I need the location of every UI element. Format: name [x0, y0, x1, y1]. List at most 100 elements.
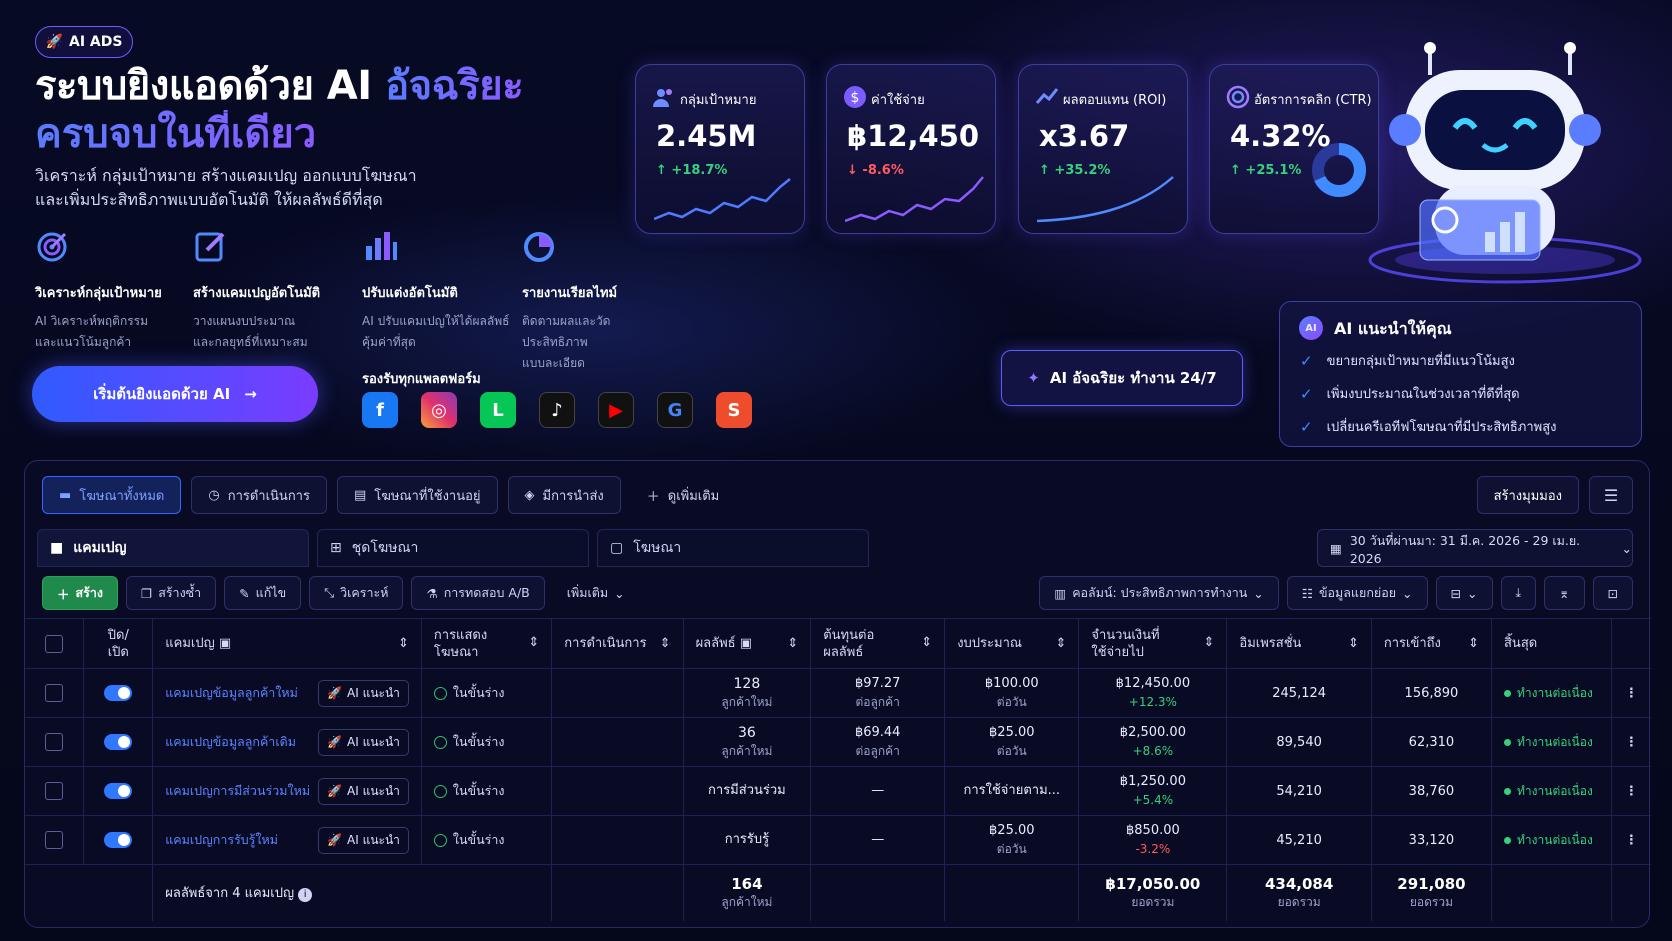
ai-247-button[interactable]: ✦ AI อัจฉริยะ ทำงาน 24/7: [1001, 350, 1243, 406]
info-icon: i: [298, 888, 313, 903]
recommend-title: AI แนะนำให้คุณ: [1334, 319, 1452, 338]
row-menu-icon[interactable]: ⋮: [1611, 766, 1651, 816]
metric-delta: ↑ +25.1%: [1230, 163, 1302, 178]
edit-button[interactable]: ✎ แก้ไข: [224, 576, 302, 610]
more-dropdown[interactable]: เพิ่มเติม ⌄: [553, 576, 639, 610]
tab-delivering[interactable]: ◈ มีการนำส่ง: [507, 476, 621, 514]
col-actions[interactable]: การดำเนินการ ⇕: [551, 618, 684, 669]
sort-icon: ⇕: [1055, 636, 1067, 651]
col-results[interactable]: ผลลัพธ์ ▣ ⇕: [683, 618, 812, 669]
info-icon: ▣: [218, 636, 232, 651]
delivery-status: ในขั้นร่าง: [433, 683, 539, 703]
export-button[interactable]: ⤓: [1500, 576, 1537, 610]
copy-icon: ❐: [140, 585, 153, 601]
breakdown-dropdown[interactable]: ☷ ข้อมูลแยกย่อย ⌄: [1286, 576, 1428, 610]
ab-test-button[interactable]: ⚗ การทดสอบ A/B: [411, 576, 545, 610]
row-menu-icon[interactable]: ⋮: [1611, 668, 1651, 718]
tab-campaigns[interactable]: ■ แคมเปญ: [37, 529, 309, 567]
date-range-picker[interactable]: ▦ 30 วันที่ผ่านมา: 31 มี.ค. 2026 - 29 เม…: [1317, 529, 1633, 567]
campaign-name-link[interactable]: แคมเปญข้อมูลลูกค้าใหม่: [165, 683, 298, 703]
line-icon[interactable]: L: [480, 392, 516, 428]
ai-247-label: AI อัจฉริยะ ทำงาน 24/7: [1049, 369, 1217, 387]
col-delivery[interactable]: การแสดง โฆษณา ⇕: [421, 618, 553, 669]
campaign-toggle[interactable]: [104, 734, 133, 750]
analyze-button[interactable]: ⤡ วิเคราะห์: [309, 576, 404, 610]
start-ai-button[interactable]: เริ่มต้นยิงแอดด้วย AI →: [32, 366, 318, 422]
campaign-toggle[interactable]: [104, 832, 133, 848]
table-row[interactable]: แคมเปญการมีส่วนร่วมใหม่ 🚀 AI แนะนำ ในขั้นร…: [25, 766, 1651, 816]
check-icon: ✓: [1300, 417, 1313, 436]
tab-see-more[interactable]: ＋ดูเพิ่มเติม: [631, 476, 736, 514]
table-row[interactable]: แคมเปญการรับรู้ใหม่ 🚀 AI แนะนำ ในขั้นร่าง …: [25, 815, 1651, 865]
create-view-button[interactable]: สร้างมุมมอง: [1476, 476, 1579, 514]
col-end[interactable]: สิ้นสุด: [1491, 618, 1612, 669]
row-checkbox[interactable]: [45, 831, 64, 849]
select-all-header[interactable]: [25, 618, 85, 669]
metric-card-audience: กลุ่มเป้าหมาย 2.45M ↑ +18.7%: [635, 64, 805, 234]
campaign-name-link[interactable]: แคมเปญการมีส่วนร่วมใหม่: [165, 781, 310, 801]
status-circle-icon: [433, 784, 447, 798]
tab-active-ads[interactable]: ▤ โฆษณาที่ใช้งานอยู่: [336, 476, 498, 514]
folder-icon: ▬: [59, 487, 72, 503]
feature-title: วิเคราะห์กลุ่มเป้าหมาย: [35, 286, 162, 301]
col-menu: [1611, 618, 1651, 669]
tab-all-ads[interactable]: ▬ โฆษณาทั้งหมด: [42, 476, 182, 514]
folder-icon: ■: [50, 540, 64, 556]
tab-ads[interactable]: ▢ โฆษณา: [597, 529, 869, 567]
campaign-name-link[interactable]: แคมเปญการรับรู้ใหม่: [165, 830, 278, 850]
settings-sliders-icon[interactable]: ☰: [1589, 476, 1633, 514]
tab-actions[interactable]: ◷ การดำเนินการ: [191, 476, 327, 514]
ai-recommend-badge[interactable]: 🚀 AI แนะนำ: [318, 826, 409, 854]
row-menu-icon[interactable]: ⋮: [1611, 717, 1651, 767]
actions-cell: [551, 717, 684, 767]
youtube-icon[interactable]: ▶: [598, 392, 634, 428]
columns-icon: ▥: [1054, 585, 1067, 601]
footer-label: ผลลัพธ์จาก 4 แคมเปญ i: [152, 864, 553, 921]
metric-card-roi: ผลตอบแทน (ROI) x3.67 ↑ +35.2%: [1018, 64, 1188, 234]
facebook-icon[interactable]: f: [362, 392, 398, 428]
sparkle-icon: ✦: [1027, 369, 1040, 387]
row-checkbox[interactable]: [45, 733, 64, 751]
duplicate-button[interactable]: ❐ สร้างซ้ำ: [125, 576, 217, 610]
col-cost-per-result[interactable]: ต้นทุนต่อ ผลลัพธ์ ⇕: [810, 618, 946, 669]
campaign-toggle[interactable]: [104, 685, 133, 701]
campaign-name-link[interactable]: แคมเปญข้อมูลลูกค้าเดิม: [165, 732, 296, 752]
col-reach[interactable]: การเข้าถึง ⇕: [1371, 618, 1493, 669]
columns-dropdown[interactable]: ▥ คอลัมน์: ประสิทธิภาพการทำงาน ⌄: [1039, 576, 1279, 610]
table-row[interactable]: แคมเปญข้อมูลลูกค้าใหม่ 🚀 AI แนะนำ ในขั้นร่…: [25, 668, 1651, 718]
instagram-icon[interactable]: ◎: [421, 392, 457, 428]
layout-dropdown[interactable]: ⊟ ⌄: [1435, 576, 1493, 610]
view-tabs: ▬ โฆษณาทั้งหมด ◷ การดำเนินการ ▤ โฆษณาที่ใช้…: [42, 476, 735, 514]
create-button[interactable]: ＋สร้าง: [42, 576, 118, 610]
col-budget[interactable]: งบประมาณ ⇕: [944, 618, 1080, 669]
google-icon[interactable]: G: [657, 392, 693, 428]
row-checkbox[interactable]: [45, 684, 64, 702]
row-menu-icon[interactable]: ⋮: [1611, 815, 1651, 865]
pencil-icon: ✎: [239, 585, 250, 601]
ads-manager-panel: ▬ โฆษณาทั้งหมด ◷ การดำเนินการ ▤ โฆษณาที่ใช้…: [24, 460, 1651, 928]
check-icon: ✓: [1300, 351, 1313, 370]
end-status: ทำงานต่อเนื่อง: [1504, 782, 1599, 801]
table-row[interactable]: แคมเปญข้อมูลลูกค้าเดิม 🚀 AI แนะนำ ในขั้นร่…: [25, 717, 1651, 767]
end-status: ทำงานต่อเนื่อง: [1504, 733, 1599, 752]
expand-button[interactable]: ⊡: [1592, 576, 1633, 610]
row-checkbox[interactable]: [45, 782, 64, 800]
filter-button[interactable]: ⌆: [1544, 576, 1585, 610]
col-campaign[interactable]: แคมเปญ ▣ ⇕: [152, 618, 422, 669]
shopee-icon[interactable]: S: [716, 392, 752, 428]
ai-recommend-badge[interactable]: 🚀 AI แนะนำ: [318, 777, 409, 805]
ai-recommend-badge[interactable]: 🚀 AI แนะนำ: [318, 679, 409, 707]
campaign-toggle[interactable]: [104, 783, 133, 799]
select-all-checkbox[interactable]: [45, 634, 64, 653]
results-cell: 36 ลูกค้าใหม่: [683, 717, 812, 767]
tiktok-icon[interactable]: ♪: [539, 392, 575, 428]
status-dot: [1504, 787, 1511, 795]
col-onoff[interactable]: ปิด/ เปิด: [83, 618, 154, 669]
sort-icon: ⇕: [659, 636, 671, 651]
tab-ad-sets[interactable]: ⊞ ชุดโฆษณา: [317, 529, 589, 567]
col-amount-spent[interactable]: จำนวนเงินที่ ใช้จ่ายไป ⇕: [1078, 618, 1228, 669]
col-impressions[interactable]: อิมเพรสชั่น ⇕: [1226, 618, 1372, 669]
reach-cell: 62,310: [1371, 717, 1493, 767]
ai-recommend-badge[interactable]: 🚀 AI แนะนำ: [318, 728, 409, 756]
amount-spent-cell: ฿12,450.00 +12.3%: [1078, 668, 1228, 718]
